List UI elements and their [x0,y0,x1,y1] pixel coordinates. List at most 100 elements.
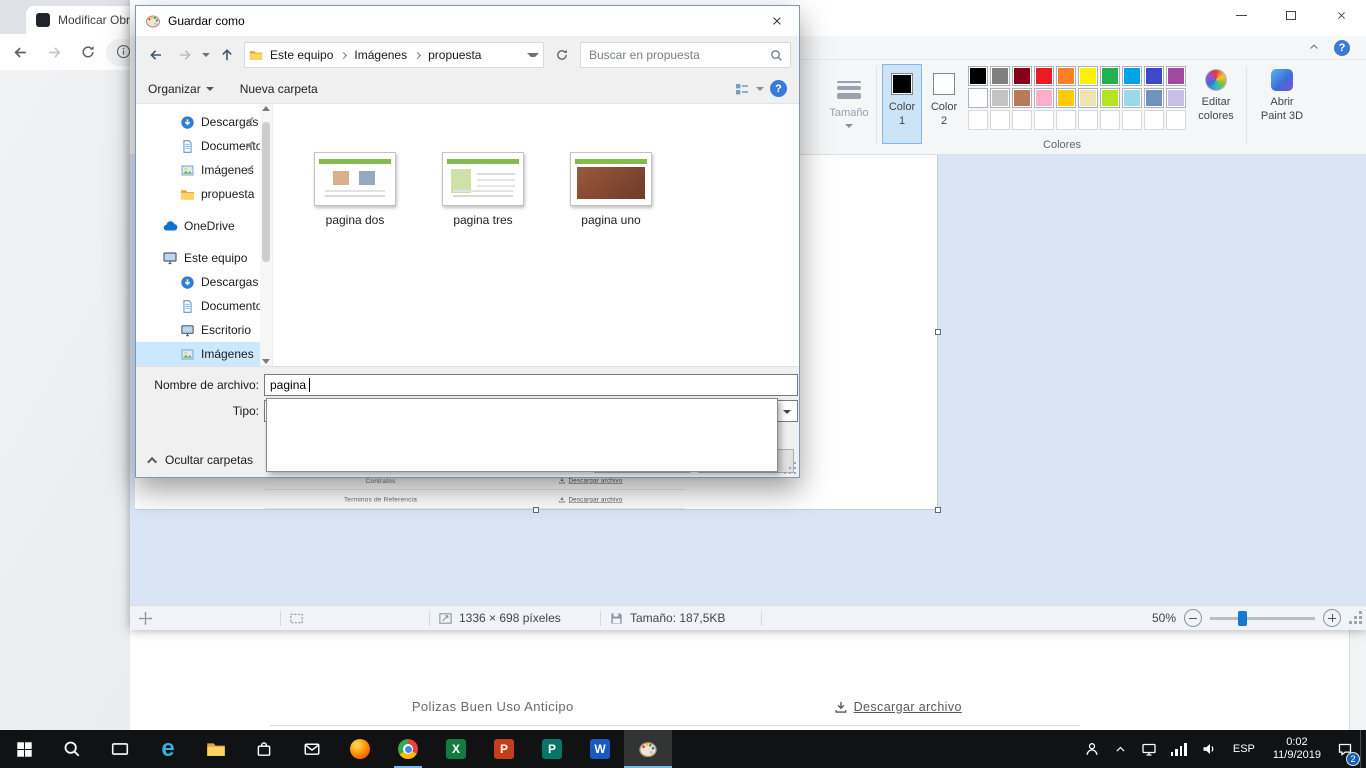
taskbar-edge[interactable]: e [144,730,192,768]
color1-button[interactable]: Color1 [882,64,922,144]
collapse-ribbon-icon[interactable] [1308,41,1320,56]
palette-swatch[interactable] [1034,110,1054,130]
signal-button[interactable] [1164,730,1194,768]
taskbar-file-explorer[interactable] [192,730,240,768]
color2-button[interactable]: Color2 [924,64,964,144]
taskbar-excel[interactable]: X [432,730,480,768]
sidebar-scrollbar[interactable] [260,104,272,366]
organize-button[interactable]: Organizar [148,82,214,96]
palette-swatch[interactable] [1012,88,1032,108]
breadcrumb[interactable]: Este equipo Imágenes propuesta [244,42,544,68]
people-button[interactable] [1077,730,1107,768]
sidebar-item-documentos-2[interactable]: Documentos [136,294,272,318]
back-icon[interactable] [10,42,30,62]
search-input[interactable]: Buscar en propuesta [580,42,791,68]
taskbar-paint[interactable] [624,730,672,768]
palette-swatch[interactable] [1078,88,1098,108]
size-button[interactable]: Tamaño [826,65,872,141]
palette-swatch[interactable] [1012,66,1032,86]
sidebar-item-propuesta[interactable]: propuesta [136,182,272,206]
palette-swatch[interactable] [990,110,1010,130]
file-item[interactable]: pagina uno [565,152,657,227]
taskbar-powerpoint[interactable]: P [480,730,528,768]
palette-swatch[interactable] [1100,88,1120,108]
new-folder-button[interactable]: Nueva carpeta [240,82,318,96]
sidebar-item-onedrive[interactable]: OneDrive [136,214,272,238]
views-icon[interactable] [734,81,750,97]
zoom-slider-thumb[interactable] [1238,611,1247,626]
window-resize-grip[interactable] [1349,611,1363,625]
up-icon[interactable] [215,43,239,67]
palette-swatch[interactable] [1056,66,1076,86]
sidebar-item-escritorio[interactable]: Escritorio [136,318,272,342]
open-paint3d-button[interactable]: AbrirPaint 3D [1254,65,1310,143]
language-indicator[interactable]: ESP [1224,730,1264,768]
download-link[interactable]: Descargar archivo [716,700,1081,714]
dialog-resize-grip[interactable] [785,463,797,475]
palette-swatch[interactable] [1078,66,1098,86]
palette-swatch[interactable] [968,110,988,130]
sidebar-item-descargas[interactable]: Descargas [136,110,272,134]
palette-swatch[interactable] [1166,66,1186,86]
palette-swatch[interactable] [968,88,988,108]
file-item[interactable]: pagina dos [309,152,401,227]
back-icon[interactable] [144,43,168,67]
sidebar-item-descargas-2[interactable]: Descargas [136,270,272,294]
sidebar-item-documentos[interactable]: Documentos [136,134,272,158]
canvas-resize-handle[interactable] [533,507,539,513]
canvas-resize-handle[interactable] [935,329,941,335]
palette-swatch[interactable] [1100,110,1120,130]
breadcrumb-item[interactable]: Este equipo [263,48,340,62]
chevron-down-icon[interactable] [756,87,764,91]
action-center-button[interactable]: 2 [1330,730,1360,768]
sidebar-item-imagenes-2[interactable]: Imágenes [136,342,272,366]
refresh-button[interactable] [549,42,575,68]
palette-swatch[interactable] [1122,66,1142,86]
taskbar-search-button[interactable] [48,730,96,768]
edit-colors-button[interactable]: Editarcolores [1192,65,1240,143]
volume-button[interactable] [1194,730,1224,768]
palette-swatch[interactable] [990,88,1010,108]
show-desktop-button[interactable] [1360,730,1366,768]
breadcrumb-item[interactable]: propuesta [421,48,488,62]
palette-swatch[interactable] [1122,88,1142,108]
sidebar-item-imagenes[interactable]: Imágenes [136,158,272,182]
clock[interactable]: 0:02 11/9/2019 [1264,730,1330,768]
canvas-resize-handle[interactable] [935,507,941,513]
filename-input[interactable]: pagina [264,374,798,396]
palette-swatch[interactable] [1166,88,1186,108]
network-button[interactable] [1134,730,1164,768]
forward-icon[interactable] [44,42,64,62]
breadcrumb-item[interactable]: Imágenes [347,48,414,62]
address-dropdown-icon[interactable] [527,53,539,57]
zoom-out-button[interactable] [1184,609,1202,627]
forward-icon[interactable] [173,43,197,67]
hidden-icons-button[interactable] [1107,730,1134,768]
close-button[interactable] [1316,0,1366,30]
scroll-up-icon[interactable] [262,106,270,111]
taskbar-mail[interactable] [288,730,336,768]
palette-swatch[interactable] [1012,110,1032,130]
palette-swatch[interactable] [1078,110,1098,130]
task-view-button[interactable] [96,730,144,768]
file-item[interactable]: pagina tres [437,152,529,227]
palette-swatch[interactable] [1056,88,1076,108]
sidebar-item-este-equipo[interactable]: Este equipo [136,246,272,270]
palette-swatch[interactable] [968,66,988,86]
palette-swatch[interactable] [1122,110,1142,130]
help-icon[interactable]: ? [770,80,787,97]
zoom-slider[interactable] [1210,617,1315,620]
palette-swatch[interactable] [990,66,1010,86]
taskbar-chrome[interactable] [384,730,432,768]
palette-swatch[interactable] [1144,88,1164,108]
palette-swatch[interactable] [1144,66,1164,86]
dialog-close-button[interactable] [754,6,799,36]
palette-swatch[interactable] [1034,88,1054,108]
taskbar-store[interactable] [240,730,288,768]
palette-swatch[interactable] [1100,66,1120,86]
start-button[interactable] [0,730,48,768]
palette-swatch[interactable] [1166,110,1186,130]
palette-swatch[interactable] [1034,66,1054,86]
taskbar-firefox[interactable] [336,730,384,768]
palette-swatch[interactable] [1144,110,1164,130]
